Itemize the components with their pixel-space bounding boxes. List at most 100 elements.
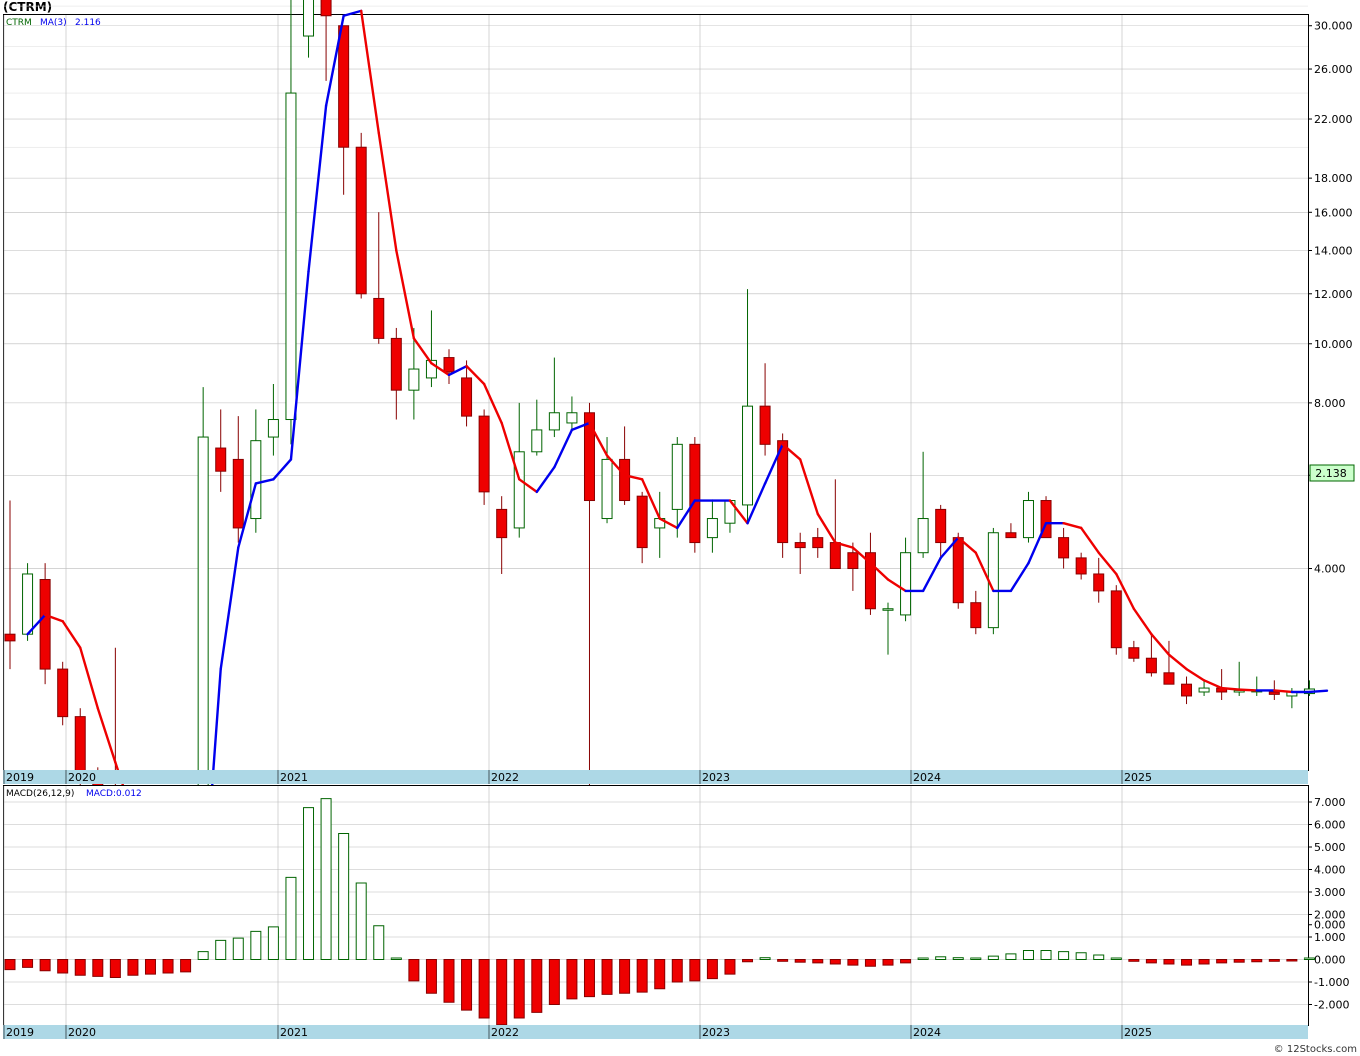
candle-body bbox=[1198, 687, 1210, 693]
candle-body bbox=[513, 451, 525, 529]
candle-body bbox=[1181, 683, 1193, 697]
candle-body bbox=[759, 405, 771, 445]
candle-body bbox=[917, 518, 929, 554]
candle-body bbox=[250, 440, 262, 520]
macd-bar bbox=[496, 959, 508, 1026]
macd-bar bbox=[654, 959, 666, 990]
macd-bar bbox=[601, 959, 613, 995]
candle-body bbox=[1128, 647, 1140, 659]
price-y-tick-label: 30.000 bbox=[1314, 20, 1353, 33]
macd-bar bbox=[671, 959, 683, 983]
candle-body bbox=[373, 297, 385, 339]
macd-x-tick-label: 2023 bbox=[702, 1026, 730, 1039]
macd-bar bbox=[39, 959, 51, 972]
macd-bar bbox=[1058, 951, 1070, 960]
candle-body bbox=[461, 377, 473, 417]
candle bbox=[57, 661, 69, 726]
macd-bar bbox=[162, 959, 174, 974]
candle-body bbox=[1093, 573, 1105, 592]
macd-bar bbox=[864, 959, 876, 967]
macd-y-tick-label: 0.000 bbox=[1314, 954, 1346, 967]
price-x-tick-label: 2019 bbox=[6, 771, 34, 784]
candle-body bbox=[320, 0, 332, 17]
candle bbox=[478, 409, 490, 505]
macd-bar bbox=[952, 957, 964, 961]
macd-y-tick-label: 2.000 bbox=[1314, 909, 1346, 922]
candle-body bbox=[74, 716, 86, 778]
candle-body bbox=[338, 25, 350, 148]
macd-bar bbox=[1268, 959, 1280, 962]
macd-bar bbox=[1216, 959, 1228, 964]
price-y-tick-label: 12.000 bbox=[1314, 288, 1353, 301]
price-y-tick-label: 14.000 bbox=[1314, 244, 1353, 257]
macd-legend-value: MACD:0.012 bbox=[86, 789, 142, 799]
candle-body bbox=[742, 405, 754, 506]
macd-y-tick-label: 1.000 bbox=[1314, 931, 1346, 944]
chart-canvas: 68.00060.00052.00046.00040.00034.00030.0… bbox=[3, 0, 1355, 1039]
macd-bar bbox=[425, 959, 437, 994]
macd-bar bbox=[724, 959, 736, 975]
candle-body bbox=[935, 508, 947, 544]
candle-body bbox=[496, 508, 508, 539]
macd-y-tick-label: 4.000 bbox=[1314, 864, 1346, 877]
macd-bar bbox=[92, 959, 104, 977]
macd-x-tick-label: 2022 bbox=[491, 1026, 519, 1039]
macd-bar bbox=[1145, 959, 1157, 964]
macd-bar bbox=[882, 959, 894, 966]
candle-body bbox=[900, 552, 912, 616]
candle bbox=[689, 437, 701, 553]
candle-body bbox=[706, 518, 718, 539]
candle-body bbox=[285, 92, 297, 421]
candle-body bbox=[583, 412, 595, 502]
candle-body bbox=[267, 419, 279, 438]
macd-bar bbox=[127, 959, 139, 976]
candle-body bbox=[987, 532, 999, 629]
macd-bar bbox=[232, 937, 244, 960]
macd-y-tick-label: -1.000 bbox=[1314, 976, 1349, 989]
macd-x-tick-label: 2025 bbox=[1124, 1026, 1152, 1039]
macd-bar bbox=[1303, 957, 1315, 960]
macd-bar bbox=[777, 959, 789, 962]
candle-body bbox=[794, 542, 806, 549]
price-y-tick-label: 18.000 bbox=[1314, 172, 1353, 185]
candle bbox=[39, 563, 51, 685]
candle-body bbox=[57, 668, 69, 718]
candle-body bbox=[1145, 657, 1157, 674]
price-y-tick-label: 4.000 bbox=[1314, 563, 1346, 576]
macd-bar bbox=[197, 951, 209, 960]
ma-segment bbox=[1308, 689, 1329, 694]
candle-body bbox=[1022, 500, 1034, 539]
macd-y-tick-label: -2.000 bbox=[1314, 999, 1349, 1012]
macd-bar bbox=[320, 798, 332, 960]
candle-body bbox=[390, 337, 402, 391]
candle-body bbox=[619, 458, 631, 502]
price-x-tick-label: 2020 bbox=[68, 771, 96, 784]
macd-bar bbox=[583, 959, 595, 998]
price-y-tick-label: 10.000 bbox=[1314, 338, 1353, 351]
macd-bar bbox=[355, 882, 367, 960]
macd-bar bbox=[478, 959, 490, 1019]
macd-bar bbox=[1093, 954, 1105, 960]
candle-body bbox=[601, 458, 613, 520]
macd-x-tick-label: 2020 bbox=[68, 1026, 96, 1039]
macd-bar bbox=[303, 807, 315, 960]
candle-body bbox=[777, 440, 789, 544]
macd-x-tick-label: 2021 bbox=[280, 1026, 308, 1039]
candle-body bbox=[847, 552, 859, 570]
candle-body bbox=[566, 412, 578, 424]
macd-bar bbox=[566, 959, 578, 1000]
macd-bar bbox=[250, 930, 262, 960]
price-x-tick-label: 2024 bbox=[913, 771, 941, 784]
macd-x-tick-label: 2019 bbox=[6, 1026, 34, 1039]
macd-bar bbox=[917, 957, 929, 960]
candle-body bbox=[882, 608, 894, 611]
candle-body bbox=[4, 633, 16, 642]
macd-y-axis: 7.000 6.000 5.000 4.000 3.000 2.000 1.000 0.000… bbox=[1308, 796, 1349, 1012]
macd-bar bbox=[619, 959, 631, 994]
last-price-label: 2.138 bbox=[1315, 467, 1347, 480]
macd-bar bbox=[900, 959, 912, 964]
macd-bar bbox=[180, 959, 192, 973]
macd-bar bbox=[1198, 959, 1210, 965]
macd-bar bbox=[935, 956, 947, 960]
candle-body bbox=[636, 495, 648, 549]
